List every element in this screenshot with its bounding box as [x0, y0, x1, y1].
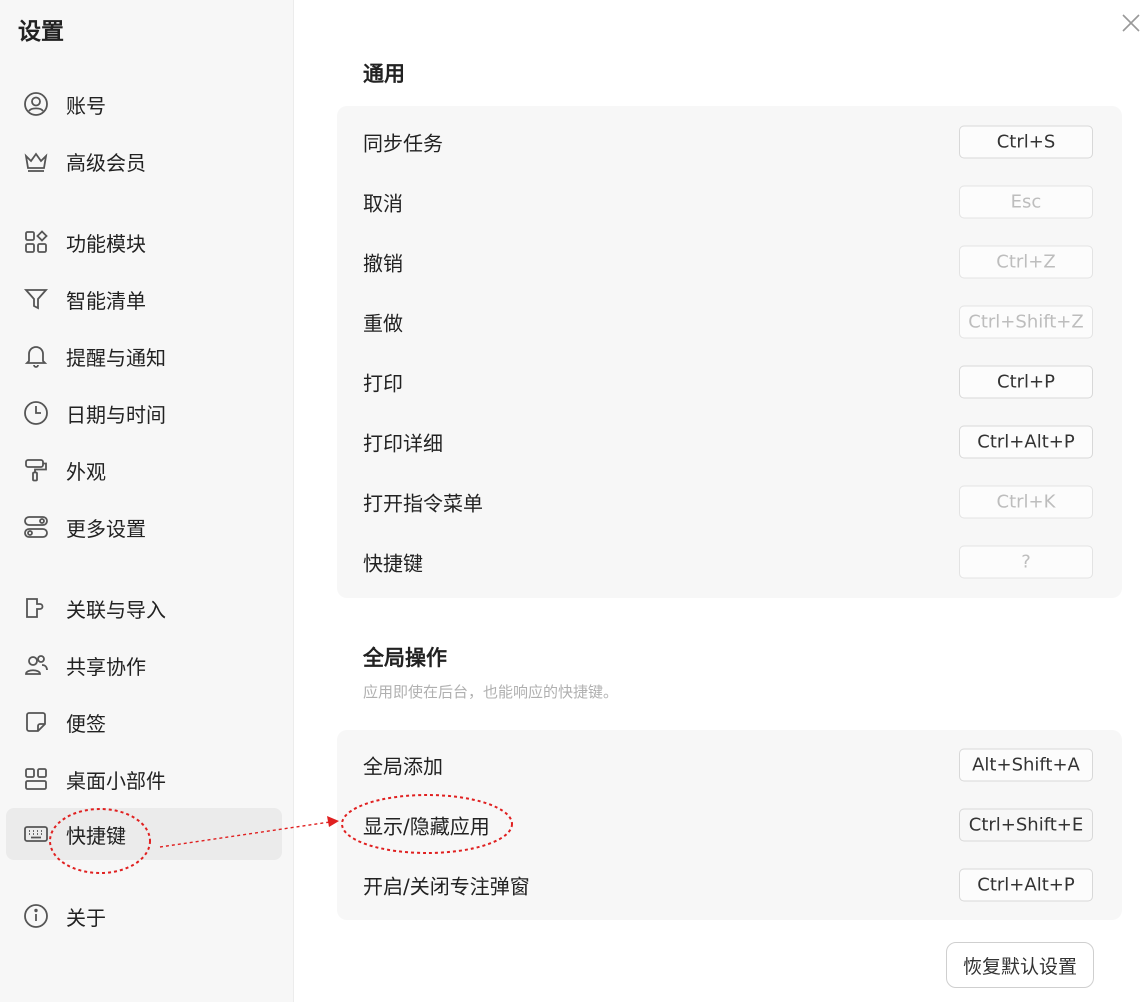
sidebar-item-premium[interactable]: 高级会员	[6, 135, 282, 187]
sidebar-item-about[interactable]: 关于	[6, 890, 282, 942]
sidebar-item-label: 快捷键	[66, 823, 126, 848]
shortcut-key-field: ?	[959, 545, 1093, 579]
global-section-description: 应用即使在后台，也能响应的快捷键。	[363, 683, 619, 701]
shortcut-label: 快捷键	[363, 551, 423, 576]
shortcut-key-field[interactable]: Ctrl+P	[959, 365, 1093, 399]
sidebar-item-integrations[interactable]: 关联与导入	[6, 582, 282, 634]
info-icon	[23, 903, 49, 929]
shortcut-row: 撤销 Ctrl+Z	[337, 232, 1122, 292]
sidebar-item-sticky-notes[interactable]: 便签	[6, 696, 282, 748]
settings-sidebar: 设置 账号 高级会员 功能模块 智能清单 提醒与通知 日期与时间 外观 更多设置…	[0, 0, 294, 1002]
sticky-note-icon	[23, 709, 49, 735]
sidebar-item-account[interactable]: 账号	[6, 78, 282, 130]
keyboard-icon	[23, 821, 49, 847]
shortcut-row: 打印详细 Ctrl+Alt+P	[337, 412, 1122, 472]
global-shortcuts-card: 全局添加 Alt+Shift+A 显示/隐藏应用 Ctrl+Shift+E 开启…	[337, 730, 1122, 920]
shortcut-label: 打印详细	[363, 431, 443, 456]
filter-icon	[23, 286, 49, 312]
sidebar-item-label: 关联与导入	[66, 597, 166, 622]
shortcut-label: 重做	[363, 311, 403, 336]
sidebar-item-label: 便签	[66, 711, 106, 736]
shortcut-key-field: Ctrl+Z	[959, 245, 1093, 279]
shortcut-label: 撤销	[363, 251, 403, 276]
integration-icon	[23, 595, 49, 621]
shortcut-key-field[interactable]: Ctrl+Alt+P	[959, 868, 1093, 902]
shortcut-key-field: Ctrl+K	[959, 485, 1093, 519]
sidebar-item-label: 关于	[66, 905, 106, 930]
sidebar-item-modules[interactable]: 功能模块	[6, 216, 282, 268]
sidebar-item-label: 功能模块	[66, 231, 146, 256]
shortcut-row: 同步任务 Ctrl+S	[337, 112, 1122, 172]
sidebar-item-label: 共享协作	[66, 654, 146, 679]
modules-grid-icon	[23, 229, 49, 255]
shortcut-row: 显示/隐藏应用 Ctrl+Shift+E	[337, 795, 1122, 855]
sidebar-item-label: 桌面小部件	[66, 768, 166, 793]
restore-defaults-button[interactable]: 恢复默认设置	[946, 942, 1094, 988]
shortcut-label: 开启/关闭专注弹窗	[363, 874, 530, 899]
people-icon	[23, 652, 49, 678]
sidebar-title: 设置	[18, 19, 64, 45]
toggles-icon	[23, 514, 49, 540]
sidebar-item-collaboration[interactable]: 共享协作	[6, 639, 282, 691]
shortcut-key-field: Ctrl+Shift+Z	[959, 305, 1093, 339]
sidebar-item-widgets[interactable]: 桌面小部件	[6, 753, 282, 805]
shortcut-key-field[interactable]: Ctrl+Shift+E	[959, 808, 1093, 842]
general-shortcuts-card: 同步任务 Ctrl+S 取消 Esc 撤销 Ctrl+Z 重做 Ctrl+Shi…	[337, 106, 1122, 598]
crown-icon	[23, 148, 49, 174]
general-section-title: 通用	[363, 62, 405, 86]
sidebar-item-label: 提醒与通知	[66, 345, 166, 370]
sidebar-item-smart-lists[interactable]: 智能清单	[6, 273, 282, 325]
sidebar-item-more-settings[interactable]: 更多设置	[6, 501, 282, 553]
shortcut-key-field: Esc	[959, 185, 1093, 219]
shortcut-key-field[interactable]: Ctrl+Alt+P	[959, 425, 1093, 459]
sidebar-item-label: 日期与时间	[66, 402, 166, 427]
shortcut-key-field[interactable]: Ctrl+S	[959, 125, 1093, 159]
shortcut-label: 全局添加	[363, 754, 443, 779]
widgets-icon	[23, 766, 49, 792]
sidebar-item-shortcuts[interactable]: 快捷键	[6, 808, 282, 860]
shortcut-row: 全局添加 Alt+Shift+A	[337, 735, 1122, 795]
sidebar-item-datetime[interactable]: 日期与时间	[6, 387, 282, 439]
shortcut-row: 开启/关闭专注弹窗 Ctrl+Alt+P	[337, 855, 1122, 915]
shortcut-label: 取消	[363, 191, 403, 216]
paint-roller-icon	[23, 457, 49, 483]
clock-icon	[23, 400, 49, 426]
shortcut-label: 同步任务	[363, 131, 443, 156]
shortcut-key-field[interactable]: Alt+Shift+A	[959, 748, 1093, 782]
sidebar-item-label: 外观	[66, 459, 106, 484]
user-circle-icon	[23, 91, 49, 117]
shortcuts-panel: 通用 同步任务 Ctrl+S 取消 Esc 撤销 Ctrl+Z 重做 Ctrl+…	[293, 0, 1145, 1002]
shortcut-row: 打开指令菜单 Ctrl+K	[337, 472, 1122, 532]
sidebar-item-label: 账号	[66, 93, 106, 118]
bell-icon	[23, 343, 49, 369]
shortcut-label: 打开指令菜单	[363, 491, 483, 516]
sidebar-item-label: 智能清单	[66, 288, 146, 313]
sidebar-item-notifications[interactable]: 提醒与通知	[6, 330, 282, 382]
sidebar-item-label: 更多设置	[66, 516, 146, 541]
shortcut-label: 显示/隐藏应用	[363, 814, 490, 839]
shortcut-row: 取消 Esc	[337, 172, 1122, 232]
sidebar-item-label: 高级会员	[66, 150, 146, 175]
shortcut-row: 打印 Ctrl+P	[337, 352, 1122, 412]
sidebar-item-appearance[interactable]: 外观	[6, 444, 282, 496]
global-section-title: 全局操作	[363, 646, 447, 670]
shortcut-row: 重做 Ctrl+Shift+Z	[337, 292, 1122, 352]
shortcut-label: 打印	[363, 371, 403, 396]
shortcut-row: 快捷键 ?	[337, 532, 1122, 592]
